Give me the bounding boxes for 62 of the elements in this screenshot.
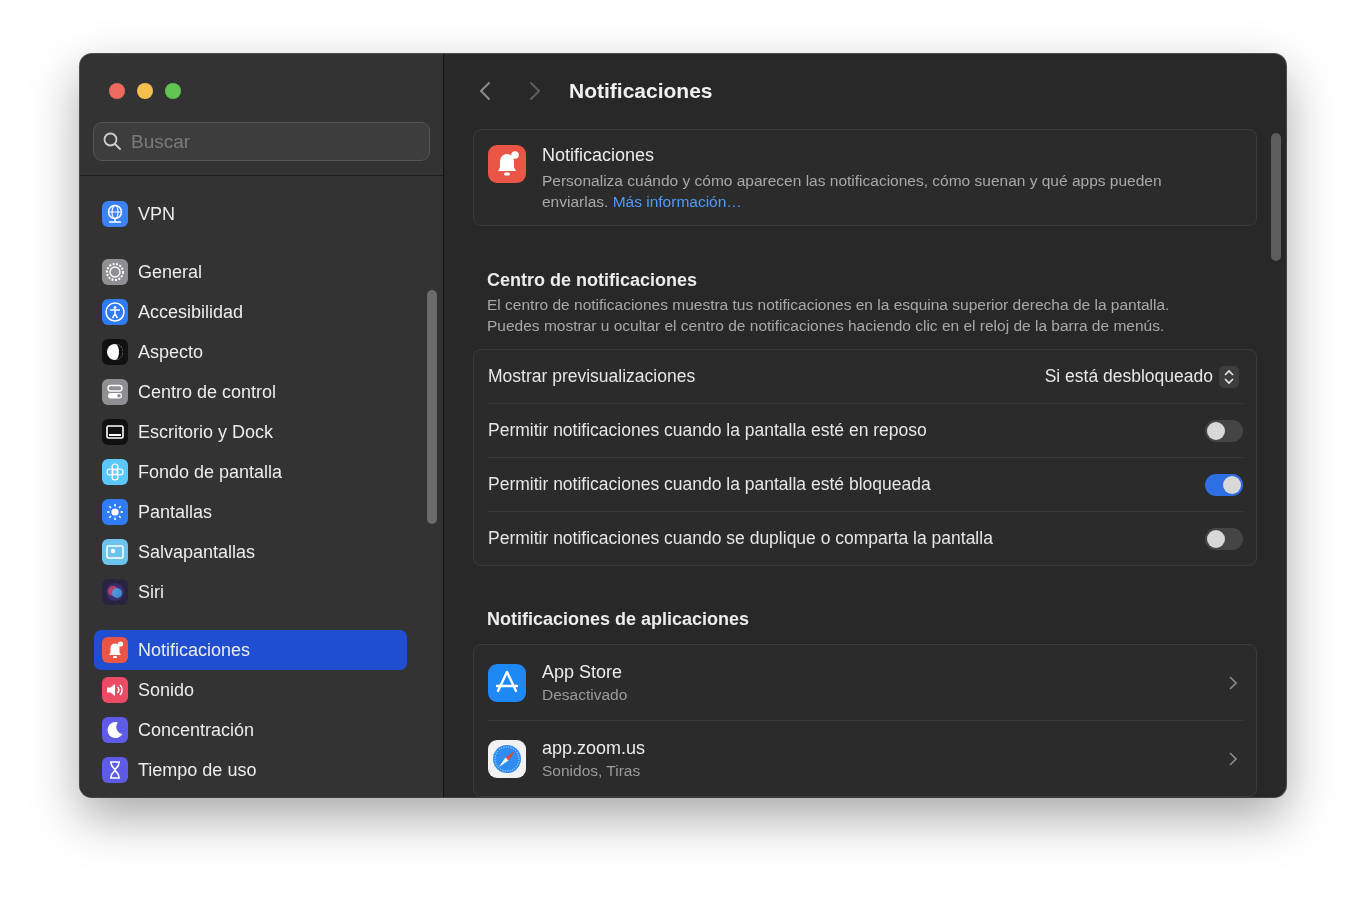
sidebar-item[interactable]: Concentración xyxy=(94,710,407,750)
preview-popup[interactable]: Si está desbloqueado xyxy=(1044,365,1243,388)
section-description: El centro de notificaciones muestra tus notificaciones en la esquina superior derecha de la pantalla. Puedes mostrar u ocultar el centro de notificaciones haciendo clic en el reloj de la barra de menús. xyxy=(487,295,1171,336)
scrollbar[interactable] xyxy=(427,290,437,524)
hourglass-icon xyxy=(102,757,128,783)
scrollbar[interactable] xyxy=(1271,133,1281,261)
sidebar-item[interactable]: Siri xyxy=(94,572,407,612)
intro-description: Personaliza cuándo y cómo aparecen las notificaciones, cómo suenan y qué apps pueden enviarlas. Más información… xyxy=(542,171,1163,212)
back-icon[interactable] xyxy=(479,81,491,101)
app-row[interactable]: app.zoom.us Sonidos, Tiras xyxy=(488,721,1243,796)
screensaver-icon xyxy=(102,539,128,565)
app-name: app.zoom.us xyxy=(542,737,647,759)
sidebar-item[interactable]: General xyxy=(94,252,407,292)
search-field[interactable]: Buscar xyxy=(93,122,430,161)
appearance-icon xyxy=(102,339,128,365)
gear-icon xyxy=(102,259,128,285)
chevron-icon xyxy=(1229,751,1237,766)
toggle-switch[interactable] xyxy=(1205,473,1243,496)
page-title: Notificaciones xyxy=(569,79,713,103)
up-down-arrows-icon xyxy=(1219,365,1239,388)
switches-icon xyxy=(102,379,128,405)
moon-icon xyxy=(102,717,128,743)
sidebar-item[interactable]: Fondo de pantalla xyxy=(94,452,407,492)
app-name: App Store xyxy=(542,661,624,683)
sun-icon xyxy=(102,499,128,525)
close-window-button[interactable] xyxy=(109,83,125,99)
intro-title: Notificaciones xyxy=(542,145,656,166)
siri-icon xyxy=(102,579,128,605)
sidebar-item[interactable]: Accesibilidad xyxy=(94,292,407,332)
sidebar-item[interactable]: Pantallas xyxy=(94,492,407,532)
flower-icon xyxy=(102,459,128,485)
setting-label: Permitir notificaciones cuando la pantalla esté en reposo xyxy=(488,420,927,441)
sidebar-item[interactable]: Sonido xyxy=(94,670,407,710)
bell-icon xyxy=(488,145,526,183)
setting-label: Mostrar previsualizaciones xyxy=(488,366,696,387)
more-info-link[interactable]: Más información… xyxy=(612,193,742,210)
bell-icon xyxy=(102,637,128,663)
setting-label: Permitir notificaciones cuando se duplique o comparta la pantalla xyxy=(488,528,993,549)
section-heading: Centro de notificaciones xyxy=(487,270,699,291)
sidebar-item[interactable]: Centro de control xyxy=(94,372,407,412)
sidebar-item[interactable]: Aspecto xyxy=(94,332,407,372)
chevron-icon xyxy=(1229,675,1237,690)
sidebar-item[interactable]: VPN xyxy=(94,194,407,234)
compass-icon xyxy=(488,739,526,778)
speaker-icon xyxy=(102,677,128,703)
desktop-icon xyxy=(102,419,128,445)
sidebar-item[interactable]: Salvapantallas xyxy=(94,532,407,572)
app-row[interactable]: App Store Desactivado xyxy=(488,645,1243,721)
minimize-window-button[interactable] xyxy=(137,83,153,99)
toggle-switch[interactable] xyxy=(1205,527,1243,550)
sidebar-item[interactable]: Escritorio y Dock xyxy=(94,412,407,452)
accessibility-icon xyxy=(102,299,128,325)
app-store-icon xyxy=(488,663,526,702)
setting-label: Permitir notificaciones cuando la pantalla esté bloqueada xyxy=(488,474,931,495)
sidebar-item[interactable]: Notificaciones xyxy=(94,630,407,670)
vpn-icon xyxy=(102,201,128,227)
app-status: Desactivado xyxy=(542,685,629,704)
sidebar-item[interactable]: Tiempo de uso xyxy=(94,750,407,790)
zoom-window-button[interactable] xyxy=(165,83,181,99)
app-status: Sonidos, Tiras xyxy=(542,761,642,780)
toggle-switch[interactable] xyxy=(1205,419,1243,442)
section-heading: Notificaciones de aplicaciones xyxy=(487,609,751,630)
